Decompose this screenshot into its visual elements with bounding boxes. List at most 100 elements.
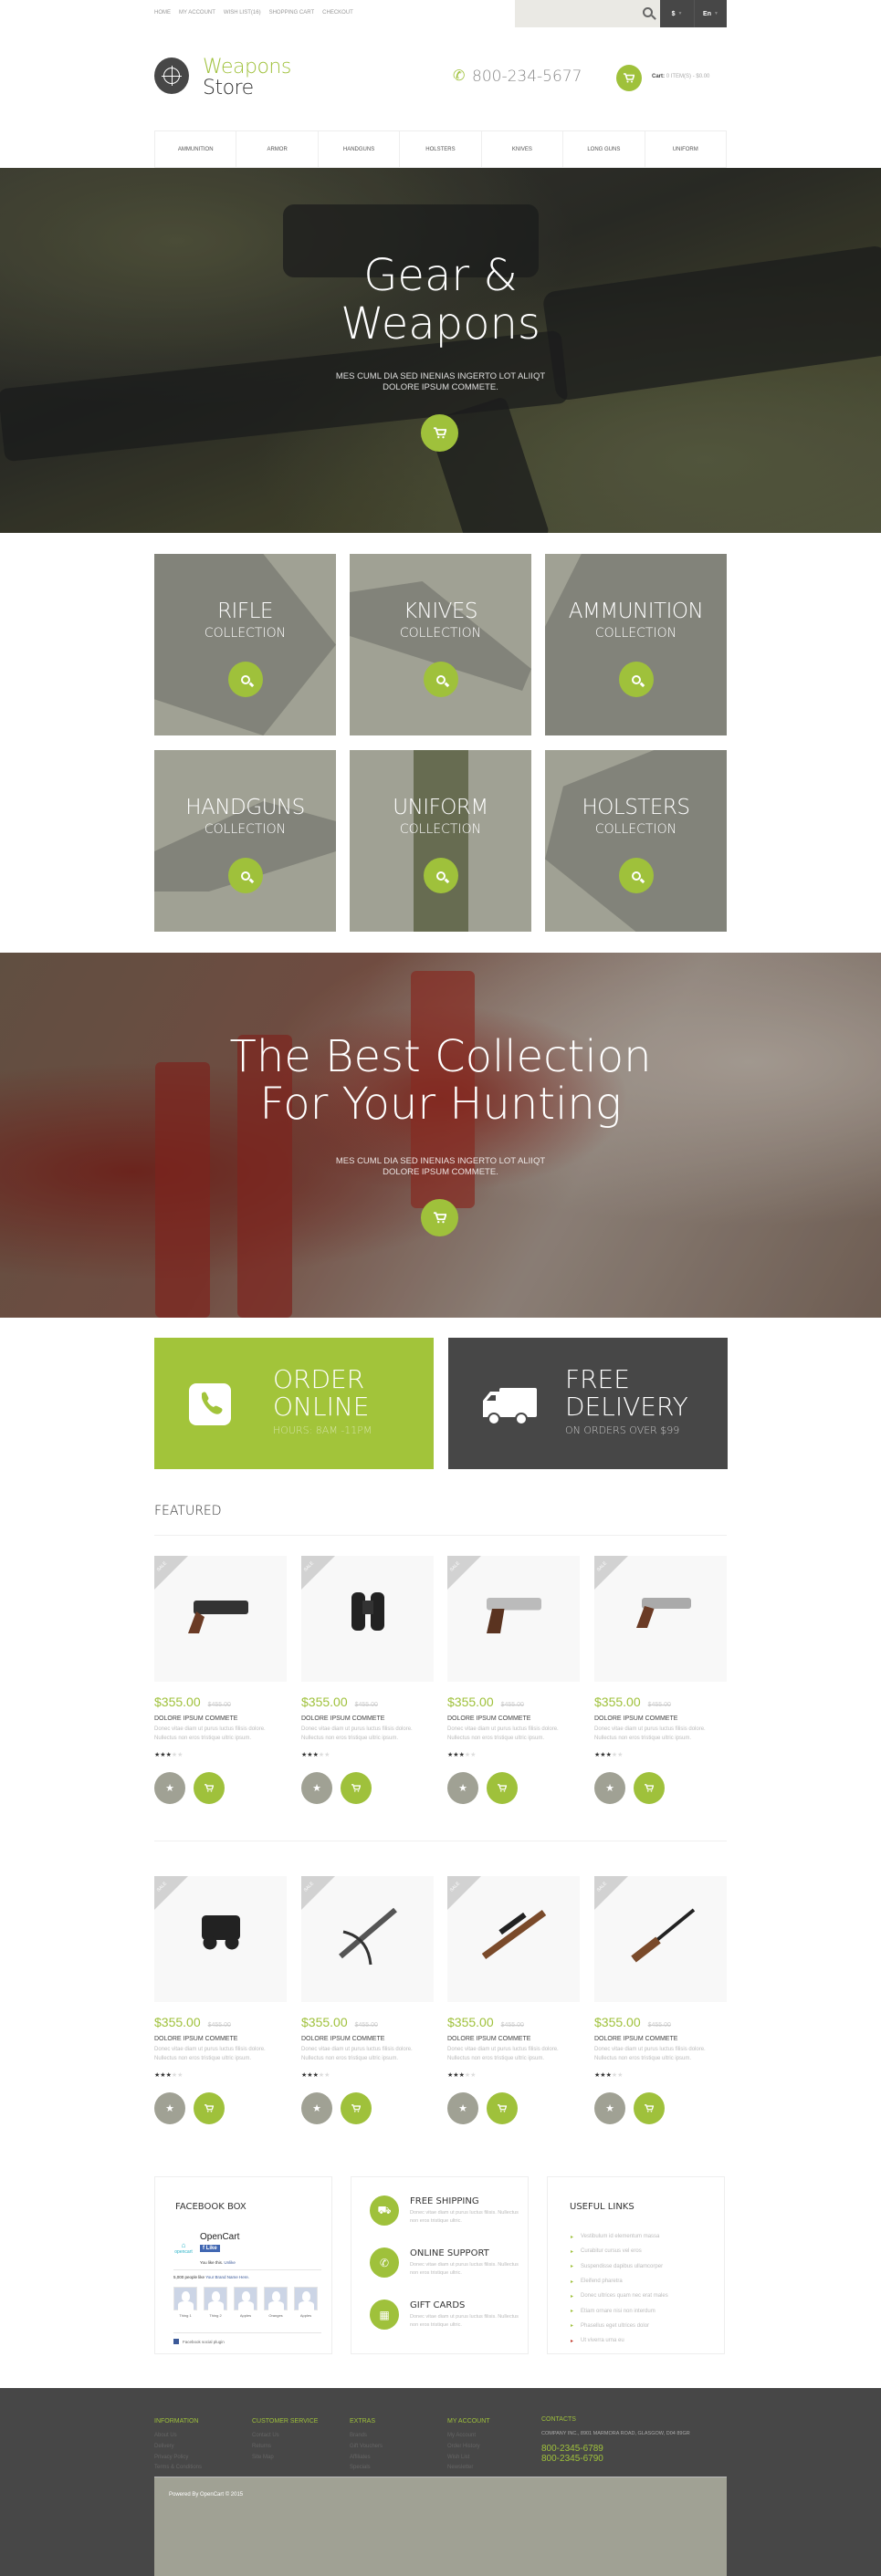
top-link-home[interactable]: Home [154,10,171,16]
collection-search-button[interactable] [424,662,458,697]
product-card[interactable]: SALE $355.00 $455.00 Dolore ipsum commet… [301,1556,434,1804]
product-name[interactable]: Dolore ipsum commete [447,2036,580,2042]
footer-link[interactable]: Delivery [154,2444,202,2455]
product-image-crossbow[interactable]: SALE [301,1876,434,2002]
product-card[interactable]: SALE $355.00 $455.00 Dolore ipsum commet… [301,1876,434,2124]
useful-link[interactable]: Donec ultrices quam nec erat males [571,2289,668,2303]
footer-link[interactable]: About Us [154,2433,202,2444]
add-to-cart-button[interactable] [341,1772,372,1804]
facebook-like-button[interactable]: f Like [200,2245,220,2252]
product-image-revolver-silver[interactable]: SALE [594,1556,727,1682]
add-to-wishlist-button[interactable]: ★ [447,1772,478,1804]
product-card[interactable]: SALE $355.00 $455.00 Dolore ipsum commet… [594,1876,727,2124]
search-input[interactable] [515,0,634,27]
footer-link[interactable]: Newsletter [447,2465,490,2476]
nav-item-ammunition[interactable]: Ammunition [155,131,237,167]
footer-link[interactable]: My Account [447,2433,490,2444]
product-image-scoped-rifle[interactable]: SALE [447,1876,580,2002]
collection-search-button[interactable] [424,858,458,893]
useful-link[interactable]: Etiam ornare nisi non interdum [571,2303,668,2318]
product-name[interactable]: Dolore ipsum commete [301,1716,434,1722]
product-name[interactable]: Dolore ipsum commete [301,2036,434,2042]
add-to-cart-button[interactable] [194,2092,225,2124]
product-name[interactable]: Dolore ipsum commete [154,2036,287,2042]
add-to-wishlist-button[interactable]: ★ [594,2092,625,2124]
footer-link[interactable]: Order History [447,2444,490,2455]
cart-button[interactable] [616,65,642,91]
collection-tile-knives[interactable]: KNIVES COLLECTION [350,554,531,735]
facebook-face[interactable]: Apples [294,2287,318,2318]
footer-link[interactable]: Specials [350,2465,383,2476]
currency-dropdown[interactable]: $ ▼ [660,0,694,27]
add-to-wishlist-button[interactable]: ★ [594,1772,625,1804]
service-gift-cards[interactable]: ▦ GIFT CARDS Donec vitae diam ut purus lu… [370,2300,528,2330]
collection-tile-handguns[interactable]: HANDGUNS COLLECTION [154,750,336,932]
footer-link[interactable]: Terms & Conditions [154,2465,202,2476]
product-image-shotgun[interactable]: SALE [594,1876,727,2002]
collection-search-button[interactable] [228,662,263,697]
top-link-shopping-cart[interactable]: Shopping Cart [269,10,315,16]
unlike-link[interactable]: Unlike [224,2260,236,2265]
nav-item-uniform[interactable]: Uniform [645,131,726,167]
brand-link[interactable]: Your Brand Name Here. [205,2275,249,2279]
facebook-plugin-label[interactable]: Facebook social plugin [173,2339,225,2344]
product-name[interactable]: Dolore ipsum commete [594,1716,727,1722]
product-image-binoculars[interactable]: SALE [301,1556,434,1682]
product-card[interactable]: SALE $355.00 $455.00 Dolore ipsum commet… [594,1556,727,1804]
nav-item-knives[interactable]: Knives [482,131,564,167]
nav-item-armor[interactable]: Armor [236,131,319,167]
facebook-face[interactable]: Thing 1 [173,2287,197,2318]
collection-search-button[interactable] [619,858,654,893]
footer-link[interactable]: Contact Us [252,2433,318,2444]
cart-summary[interactable]: Cart: 0 ITEM(S) - $0.00 [652,74,709,79]
add-to-wishlist-button[interactable]: ★ [154,2092,185,2124]
product-name[interactable]: Dolore ipsum commete [447,1716,580,1722]
top-link-checkout[interactable]: Checkout [322,10,353,16]
facebook-face[interactable]: Apples [234,2287,257,2318]
product-card[interactable]: SALE $355.00 $455.00 Dolore ipsum commet… [154,1876,287,2124]
logo[interactable]: Weapons Store [203,57,291,99]
logo-crosshair-icon[interactable] [154,57,189,94]
promo-free-delivery[interactable]: FREE DELIVERY ON ORDERS OVER $99 [448,1338,728,1469]
facebook-face[interactable]: Oranges [264,2287,288,2318]
collection-tile-holsters[interactable]: HOLSTERS COLLECTION [545,750,727,932]
nav-item-handguns[interactable]: Handguns [319,131,401,167]
add-to-cart-button[interactable] [634,1772,665,1804]
add-to-cart-button[interactable] [487,2092,518,2124]
add-to-wishlist-button[interactable]: ★ [447,2092,478,2124]
product-card[interactable]: SALE $355.00 $455.00 Dolore ipsum commet… [447,1876,580,2124]
search-icon[interactable] [643,7,653,17]
collection-search-button[interactable] [619,662,654,697]
product-name[interactable]: Dolore ipsum commete [594,2036,727,2042]
top-link-my-account[interactable]: My Account [179,10,215,16]
useful-link[interactable]: Ut viverra urna eu [571,2333,668,2348]
hero-shop-button[interactable] [421,1199,458,1236]
add-to-cart-button[interactable] [634,2092,665,2124]
product-image-binoculars-compact[interactable]: SALE [154,1876,287,2002]
useful-link[interactable]: Eleifend pharetra [571,2274,668,2289]
footer-link[interactable]: Affiliates [350,2455,383,2466]
promo-order-online[interactable]: ORDER ONLINE HOURS: 8AM -11PM [154,1338,434,1469]
add-to-cart-button[interactable] [341,2092,372,2124]
top-link-wishlist[interactable]: Wish List(16) [224,10,261,16]
collection-tile-ammunition[interactable]: AMMUNITION COLLECTION [545,554,727,735]
useful-link[interactable]: Vestibulum id elementum massa [571,2229,668,2244]
facebook-page-name[interactable]: OpenCart [200,2232,239,2242]
nav-item-holsters[interactable]: Holsters [400,131,482,167]
useful-link[interactable]: Curabitur cursus vel eros [571,2244,668,2258]
product-card[interactable]: SALE $355.00 $455.00 Dolore ipsum commet… [154,1556,287,1804]
footer-link[interactable]: Wish List [447,2455,490,2466]
useful-link[interactable]: Suspendisse dapibus ullamcorper [571,2259,668,2274]
nav-item-long-guns[interactable]: Long Guns [563,131,645,167]
footer-link[interactable]: Site Map [252,2455,318,2466]
add-to-wishlist-button[interactable]: ★ [301,2092,332,2124]
product-card[interactable]: SALE $355.00 $455.00 Dolore ipsum commet… [447,1556,580,1804]
footer-link[interactable]: Gift Vouchers [350,2444,383,2455]
collection-tile-uniform[interactable]: UNIFORM COLLECTION [350,750,531,932]
footer-link[interactable]: Brands [350,2433,383,2444]
hero-shop-button[interactable] [421,414,458,452]
add-to-cart-button[interactable] [194,1772,225,1804]
add-to-cart-button[interactable] [487,1772,518,1804]
collection-tile-rifle[interactable]: RIFLE COLLECTION [154,554,336,735]
language-dropdown[interactable]: En ▼ [694,0,727,27]
